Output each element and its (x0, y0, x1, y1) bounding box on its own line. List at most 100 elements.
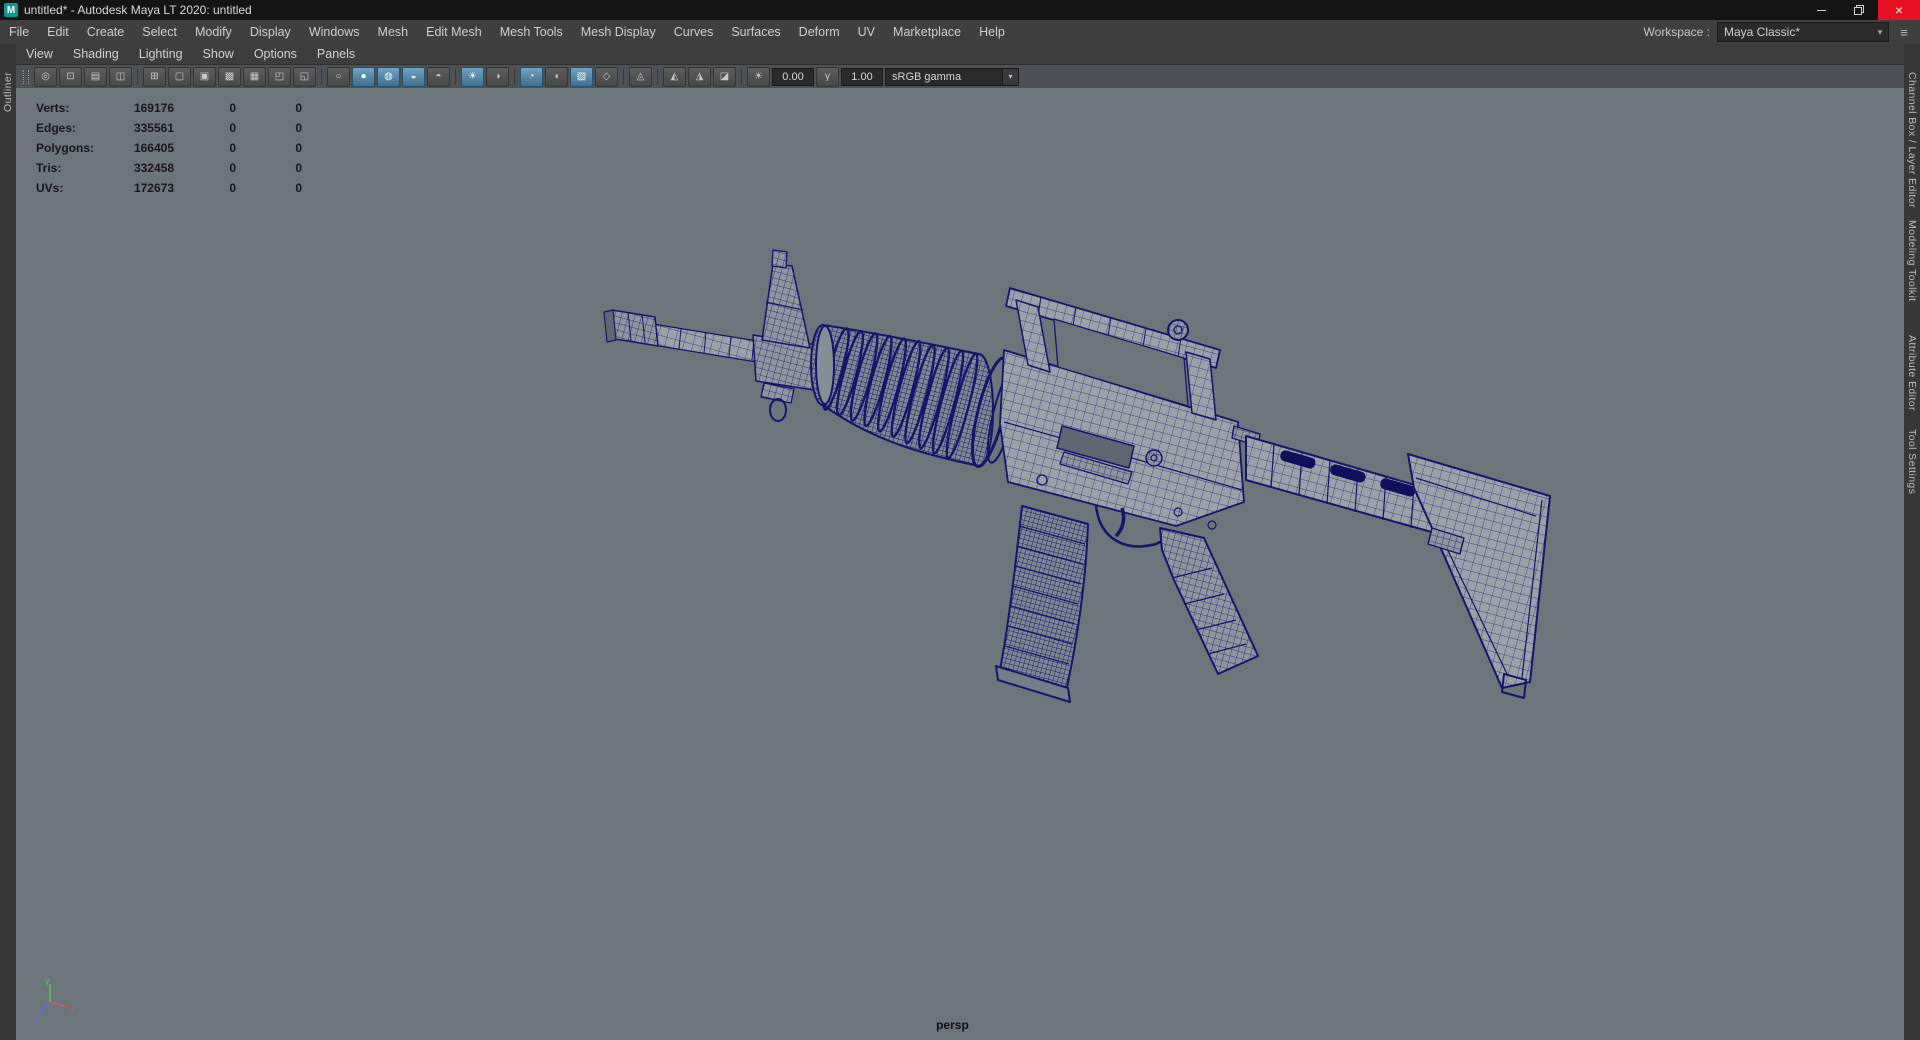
restore-icon (1854, 5, 1864, 15)
menu-item-uv[interactable]: UV (849, 20, 884, 44)
menu-item-mesh-display[interactable]: Mesh Display (572, 20, 665, 44)
panel-menu-shading[interactable]: Shading (63, 47, 129, 61)
hud-row: Edges: 335561 0 0 (36, 118, 302, 138)
minimize-button[interactable] (1802, 0, 1840, 20)
workspace-dropdown[interactable]: Maya Classic* ▾ (1717, 22, 1889, 42)
camera-name-label: persp (936, 1018, 969, 1032)
viewport-panel: View Shading Lighting Show Options Panel… (16, 44, 1904, 1040)
plane-select-icon[interactable]: ◪ (713, 66, 736, 87)
workspace-options-icon[interactable]: ≡ (1896, 25, 1912, 40)
smooth-shade-icon[interactable]: ● (352, 66, 375, 87)
tab-tool-settings[interactable]: Tool Settings (1906, 429, 1918, 494)
menu-item-deform[interactable]: Deform (790, 20, 849, 44)
menu-item-file[interactable]: File (0, 20, 38, 44)
tab-modeling-toolkit[interactable]: Modeling Toolkit (1906, 220, 1918, 302)
hud-label: Polygons: (36, 141, 95, 155)
menu-item-edit[interactable]: Edit (38, 20, 78, 44)
select-camera-icon[interactable]: ◎ (34, 66, 57, 87)
film-gate-icon[interactable]: ▢ (168, 66, 191, 87)
gamma-icon[interactable]: γ (816, 66, 839, 87)
ssao-icon[interactable]: ◔ (520, 66, 543, 87)
use-default-material-icon[interactable]: ◓ (427, 66, 450, 87)
menu-item-mesh[interactable]: Mesh (369, 20, 418, 44)
hud-row: Polygons: 166405 0 0 (36, 138, 302, 158)
close-button[interactable]: × (1878, 0, 1920, 20)
toolbar-drag-handle[interactable] (23, 69, 29, 84)
window-title: untitled* - Autodesk Maya LT 2020: untit… (24, 3, 252, 17)
hud-value: 0 (229, 141, 236, 155)
rifle-stock (1407, 453, 1551, 699)
viewport-3d-model[interactable] (16, 88, 1904, 1040)
view-transform-dropdown[interactable]: sRGB gamma ▾ (885, 67, 1019, 86)
menu-item-surfaces[interactable]: Surfaces (722, 20, 789, 44)
maya-logo-icon: M (4, 3, 18, 17)
xray-icon[interactable]: ◭ (663, 66, 686, 87)
rifle-wireframe (603, 249, 1551, 703)
camera-attributes-icon[interactable]: ⊡ (59, 66, 82, 87)
toolbar-separator (623, 68, 624, 85)
hud-value: 0 (295, 181, 302, 195)
shadows-icon[interactable]: ◑ (486, 66, 509, 87)
bookmarks-icon[interactable]: ▤ (84, 66, 107, 87)
all-lights-icon[interactable]: ☀ (461, 66, 484, 87)
exposure-icon[interactable]: ☀ (747, 66, 770, 87)
hud-value: 0 (229, 101, 236, 115)
viewport-canvas[interactable]: Verts: 169176 0 0 Edges: 335561 0 0 Poly… (16, 88, 1904, 1040)
image-plane-icon[interactable]: ◫ (109, 66, 132, 87)
toolbar-separator (657, 68, 658, 85)
hud-value: 332458 (133, 161, 174, 175)
maximize-button[interactable] (1840, 0, 1878, 20)
menu-item-modify[interactable]: Modify (186, 20, 241, 44)
hud-value: 0 (295, 121, 302, 135)
hud-value: 0 (229, 121, 236, 135)
panel-menu-lighting[interactable]: Lighting (129, 47, 193, 61)
panel-menu-view[interactable]: View (16, 47, 63, 61)
depth-of-field-icon[interactable]: ◇ (595, 66, 618, 87)
hud-label: UVs: (36, 181, 64, 195)
menu-item-curves[interactable]: Curves (665, 20, 723, 44)
panel-menu-show[interactable]: Show (193, 47, 244, 61)
hud-value: 0 (229, 181, 236, 195)
menu-item-edit-mesh[interactable]: Edit Mesh (417, 20, 491, 44)
grid-icon[interactable]: ⊞ (143, 66, 166, 87)
tab-outliner[interactable]: Outliner (2, 72, 14, 112)
menu-item-select[interactable]: Select (133, 20, 186, 44)
menu-item-create[interactable]: Create (78, 20, 134, 44)
rifle-grip (1159, 527, 1259, 675)
textured-icon[interactable]: ◒ (402, 66, 425, 87)
hud-value: 0 (295, 161, 302, 175)
panel-menu-panels[interactable]: Panels (307, 47, 365, 61)
gamma-field[interactable]: 1.00 (841, 67, 883, 86)
wireframe-on-shaded-icon[interactable]: ◍ (377, 66, 400, 87)
safe-title-icon[interactable]: ◱ (293, 66, 316, 87)
hud-value: 0 (229, 161, 236, 175)
menu-item-display[interactable]: Display (241, 20, 300, 44)
xray-joints-icon[interactable]: ◮ (688, 66, 711, 87)
tab-channel-box-layer-editor[interactable]: Channel Box / Layer Editor (1906, 72, 1918, 208)
toolbar-separator (455, 68, 456, 85)
field-chart-icon[interactable]: ▦ (243, 66, 266, 87)
hud-label: Tris: (36, 161, 62, 175)
window-controls: × (1802, 0, 1920, 20)
motion-blur-icon[interactable]: ◖ (545, 66, 568, 87)
right-panel-strip: Channel Box / Layer Editor Modeling Tool… (1903, 44, 1920, 1040)
isolate-select-icon[interactable]: ◬ (629, 66, 652, 87)
menu-item-windows[interactable]: Windows (300, 20, 369, 44)
hud-label: Edges: (36, 121, 77, 135)
gate-mask-icon[interactable]: ▩ (218, 66, 241, 87)
axis-gizmo: y x z (34, 976, 75, 1022)
left-panel-strip: Outliner (0, 44, 17, 1040)
menu-item-help[interactable]: Help (970, 20, 1014, 44)
rifle-handguard (810, 324, 1020, 468)
wireframe-icon[interactable]: ○ (327, 66, 350, 87)
safe-action-icon[interactable]: ◰ (268, 66, 291, 87)
menu-item-mesh-tools[interactable]: Mesh Tools (491, 20, 572, 44)
multisample-aa-icon[interactable]: ▧ (570, 66, 593, 87)
menu-item-marketplace[interactable]: Marketplace (884, 20, 970, 44)
resolution-gate-icon[interactable]: ▣ (193, 66, 216, 87)
panel-menu-options[interactable]: Options (244, 47, 307, 61)
hud-value: 0 (295, 101, 302, 115)
tab-attribute-editor[interactable]: Attribute Editor (1906, 335, 1918, 411)
exposure-field[interactable]: 0.00 (772, 67, 814, 86)
minimize-icon (1816, 9, 1826, 11)
